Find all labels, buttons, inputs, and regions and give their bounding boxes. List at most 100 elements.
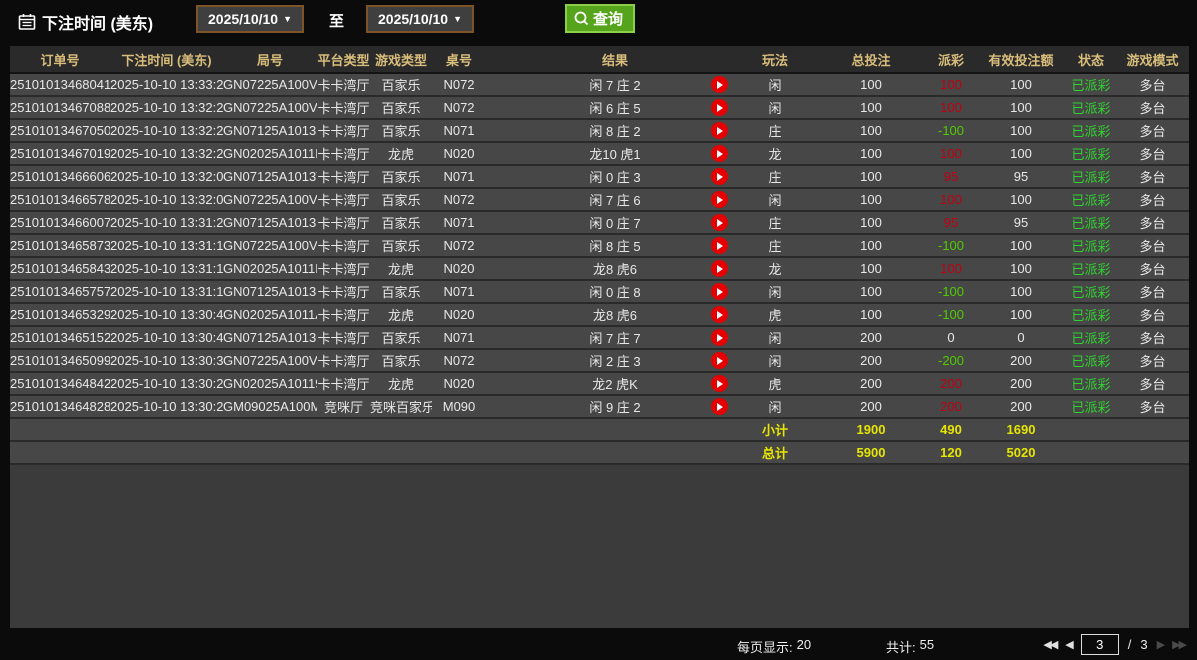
platform-cell: 卡卡湾厅 <box>317 165 370 188</box>
valid-bet-cell: 0 <box>976 326 1066 349</box>
next-page-icon[interactable]: ▶ <box>1157 638 1163 651</box>
game-mode-cell: 多台 <box>1116 303 1189 326</box>
payout-cell: 100 <box>926 142 976 165</box>
result-cell: 闲 0 庄 8 <box>486 280 704 303</box>
status-badge: 已派彩 <box>1066 372 1116 395</box>
play-icon[interactable] <box>711 76 728 93</box>
page-separator: / <box>1128 637 1132 652</box>
platform-cell: 卡卡湾厅 <box>317 73 370 96</box>
valid-bet-cell: 200 <box>976 349 1066 372</box>
result-cell: 龙10 虎1 <box>486 142 704 165</box>
play-icon[interactable] <box>711 237 728 254</box>
order-cell: 251010134657575 <box>10 280 110 303</box>
status-badge: 已派彩 <box>1066 142 1116 165</box>
payout-cell: 0 <box>926 326 976 349</box>
last-page-icon[interactable]: ▶▶ <box>1172 638 1185 651</box>
total-bet-cell: 200 <box>816 395 926 418</box>
game-mode-cell: 多台 <box>1116 142 1189 165</box>
order-cell: 251010134658436 <box>10 257 110 280</box>
header-round: 局号 <box>223 46 317 73</box>
subtotal-row: 小计 1900 490 1690 <box>10 418 1189 441</box>
game-mode-cell: 多台 <box>1116 211 1189 234</box>
subtotal-valid-bet: 1690 <box>976 418 1066 441</box>
game-type-cell: 百家乐 <box>370 73 432 96</box>
platform-cell: 卡卡湾厅 <box>317 96 370 119</box>
play-icon[interactable] <box>711 214 728 231</box>
first-page-icon[interactable]: ◀◀ <box>1043 638 1056 651</box>
payout-cell: -100 <box>926 119 976 142</box>
table-no-cell: N071 <box>432 165 486 188</box>
per-page-value: 20 <box>797 637 811 656</box>
valid-bet-cell: 100 <box>976 234 1066 257</box>
chevron-down-icon: ▼ <box>453 14 462 24</box>
header-bet-type: 玩法 <box>734 46 816 73</box>
date-to-select[interactable]: 2025/10/10 ▼ <box>366 5 474 33</box>
round-cell: GN07125A1013T <box>223 165 317 188</box>
round-cell: GN07125A1013R <box>223 280 317 303</box>
bet-type-cell: 闲 <box>734 188 816 211</box>
replay-cell <box>704 257 734 280</box>
order-cell: 251010134660075 <box>10 211 110 234</box>
bet-time-cell: 2025-10-10 13:30:38 <box>110 349 223 372</box>
header-valid-bet: 有效投注额 <box>976 46 1066 73</box>
table-no-cell: N072 <box>432 349 486 372</box>
table-no-cell: N020 <box>432 372 486 395</box>
game-type-cell: 竞咪百家乐 <box>370 395 432 418</box>
play-icon[interactable] <box>711 99 728 116</box>
game-type-cell: 百家乐 <box>370 188 432 211</box>
bet-time-cell: 2025-10-10 13:31:27 <box>110 211 223 234</box>
game-mode-cell: 多台 <box>1116 257 1189 280</box>
search-button[interactable]: 查询 <box>565 4 635 33</box>
play-icon[interactable] <box>711 352 728 369</box>
bet-type-cell: 虎 <box>734 303 816 326</box>
play-icon[interactable] <box>711 260 728 277</box>
count-value: 55 <box>920 637 934 656</box>
table-no-cell: N020 <box>432 303 486 326</box>
bet-type-cell: 庄 <box>734 234 816 257</box>
play-icon[interactable] <box>711 329 728 346</box>
date-from-select[interactable]: 2025/10/10 ▼ <box>196 5 304 33</box>
total-bet-cell: 100 <box>816 119 926 142</box>
game-type-cell: 百家乐 <box>370 96 432 119</box>
count-label: 共计: <box>886 637 916 656</box>
play-icon[interactable] <box>711 145 728 162</box>
page-input[interactable] <box>1081 634 1119 655</box>
table-no-cell: N071 <box>432 119 486 142</box>
play-icon[interactable] <box>711 306 728 323</box>
record-count: 共计: 55 <box>886 637 934 656</box>
total-bet-cell: 100 <box>816 211 926 234</box>
grand-total-label: 总计 <box>734 441 816 464</box>
table-no-cell: N020 <box>432 257 486 280</box>
bet-time-cell: 2025-10-10 13:33:22 <box>110 73 223 96</box>
round-cell: GN07225A100VO <box>223 234 317 257</box>
total-bet-cell: 100 <box>816 234 926 257</box>
play-icon[interactable] <box>711 168 728 185</box>
subtotal-total-bet: 1900 <box>816 418 926 441</box>
play-icon[interactable] <box>711 283 728 300</box>
status-badge: 已派彩 <box>1066 257 1116 280</box>
table-row: 251010134648421 2025-10-10 13:30:22 GN02… <box>10 372 1189 395</box>
total-bet-cell: 200 <box>816 326 926 349</box>
header-result: 结果 <box>486 46 704 73</box>
prev-page-icon[interactable]: ◀ <box>1065 638 1071 651</box>
chevron-down-icon: ▼ <box>283 14 292 24</box>
play-icon[interactable] <box>711 191 728 208</box>
bet-type-cell: 闲 <box>734 395 816 418</box>
round-cell: GN07125A1013U <box>223 119 317 142</box>
round-cell: GN02025A1011B <box>223 257 317 280</box>
bet-time-cell: 2025-10-10 13:30:40 <box>110 326 223 349</box>
bet-time-cell: 2025-10-10 13:32:00 <box>110 188 223 211</box>
game-type-cell: 龙虎 <box>370 142 432 165</box>
table-no-cell: N020 <box>432 142 486 165</box>
header-status: 状态 <box>1066 46 1116 73</box>
table-row: 251010134648289 2025-10-10 13:30:21 GM09… <box>10 395 1189 418</box>
play-icon[interactable] <box>711 398 728 415</box>
play-icon[interactable] <box>711 122 728 139</box>
game-mode-cell: 多台 <box>1116 349 1189 372</box>
table-row: 251010134658436 2025-10-10 13:31:17 GN02… <box>10 257 1189 280</box>
valid-bet-cell: 100 <box>976 73 1066 96</box>
play-icon[interactable] <box>711 375 728 392</box>
table-row: 251010134650997 2025-10-10 13:30:38 GN07… <box>10 349 1189 372</box>
table-no-cell: N072 <box>432 96 486 119</box>
replay-cell <box>704 326 734 349</box>
